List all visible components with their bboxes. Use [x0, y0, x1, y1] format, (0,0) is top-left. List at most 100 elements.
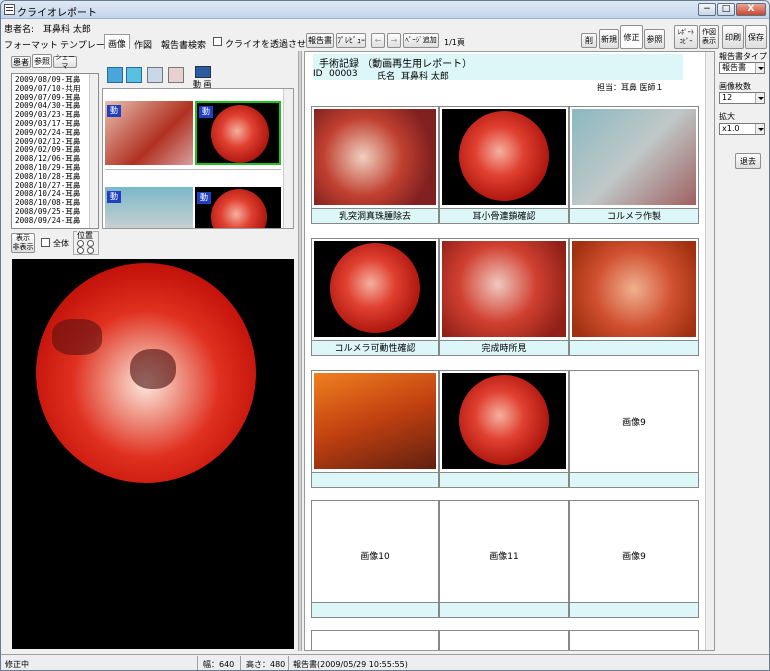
caption-6[interactable] — [570, 340, 698, 355]
placeholder-text: 画像9 — [622, 552, 646, 562]
thumbnail-1[interactable]: 動 — [105, 101, 193, 165]
tab-reference[interactable]: 参照 — [32, 54, 52, 68]
reference-button[interactable]: 参照 — [644, 29, 665, 49]
draw-display-button[interactable]: 作図 表示 — [699, 25, 719, 49]
caption-4[interactable]: コルメラ可動性確認 — [312, 340, 438, 355]
preview-button[interactable]: ﾌﾟﾚﾋﾞｭｰ — [336, 33, 366, 48]
all-checkbox[interactable] — [41, 238, 50, 247]
minimize-button[interactable]: − — [698, 3, 716, 16]
transparent-label: クライオを透過させる — [225, 40, 316, 50]
id-value: 00003 — [329, 69, 358, 79]
name-label: 氏名 — [377, 72, 396, 82]
maximize-button[interactable]: □ — [717, 3, 735, 16]
image-cell-11[interactable]: 画像11 — [439, 500, 569, 618]
position-radio[interactable] — [87, 240, 94, 247]
movie-badge: 動 — [199, 106, 213, 118]
caption-7[interactable] — [312, 472, 438, 487]
image-cell-12[interactable]: 画像9 — [569, 500, 699, 618]
grid-3-icon[interactable] — [147, 67, 163, 83]
movie-icon[interactable] — [195, 66, 211, 78]
image-count-value: 12 — [722, 93, 733, 102]
report-button[interactable]: 報告書 — [306, 33, 334, 48]
grid-2-icon[interactable] — [126, 67, 142, 83]
display-toggle-button[interactable]: 表示 非表示 — [11, 233, 35, 253]
status-report: 報告書(2009/05/29 10:55:55) — [293, 660, 408, 669]
patient-label: 患者名: — [4, 25, 35, 35]
image-cell-9[interactable]: 画像9 — [569, 370, 699, 488]
image-cell-8[interactable] — [439, 370, 569, 488]
thumbnail-3[interactable]: 動 — [105, 187, 193, 228]
id-label: ID — [313, 69, 323, 79]
tab-image[interactable]: 画像 — [104, 34, 130, 50]
next-page-button[interactable]: → — [387, 33, 401, 48]
position-radio[interactable] — [77, 240, 84, 247]
tab-schema[interactable]: シェーマ — [53, 53, 77, 70]
image-preview[interactable] — [12, 259, 294, 649]
report-copy-button[interactable]: ﾚﾎﾟｰﾄ ｺﾋﾟｰ — [674, 25, 698, 49]
report-scrollbar[interactable] — [705, 52, 714, 650]
position-group: 位置 — [73, 230, 99, 255]
transparent-checkbox[interactable] — [213, 37, 222, 46]
report-type-value: 報告書 — [722, 63, 746, 72]
edit-button[interactable]: 修正 — [620, 25, 643, 49]
grid-1-icon[interactable] — [107, 67, 123, 83]
image-cell-14[interactable] — [439, 630, 569, 650]
movie-badge: 動 — [107, 191, 121, 203]
image-cell-6[interactable] — [569, 238, 699, 356]
report-canvas: 手術記録 （動画再生用レポート） ID 00003 氏名 耳鼻科 太郎 担当：耳… — [304, 51, 715, 651]
thumbnail-scrollbar[interactable] — [283, 89, 293, 228]
new-button[interactable]: 新規 — [599, 29, 619, 49]
splitter[interactable] — [298, 51, 302, 651]
report-title: 手術記録 （動画再生用レポート） — [319, 59, 473, 70]
delete-button[interactable]: 削 — [581, 33, 597, 48]
date-list-item[interactable]: 2008/09/24-耳鼻 — [15, 216, 80, 226]
image-cell-13[interactable] — [311, 630, 439, 650]
image-cell-1[interactable]: 乳突洞真珠腫除去 — [311, 106, 439, 224]
prev-page-button[interactable]: ← — [371, 33, 385, 48]
thumbnail-4[interactable]: 動 — [195, 187, 281, 228]
caption-9[interactable] — [570, 472, 698, 487]
caption-10[interactable] — [312, 602, 438, 617]
caption-1[interactable]: 乳突洞真珠腫除去 — [312, 208, 438, 223]
image-cell-2[interactable]: 耳小骨連鎖確認 — [439, 106, 569, 224]
status-width: 幅：640 — [203, 660, 235, 669]
name-value: 耳鼻科 太郎 — [401, 72, 449, 82]
image-cell-4[interactable]: コルメラ可動性確認 — [311, 238, 439, 356]
status-height: 高さ：480 — [246, 660, 286, 669]
image-cell-3[interactable]: コルメラ作製 — [569, 106, 699, 224]
add-page-button[interactable]: ﾍﾟｰｼﾞ追加 — [403, 33, 439, 48]
position-radio[interactable] — [87, 247, 94, 254]
image-cell-5[interactable]: 完成時所見 — [439, 238, 569, 356]
zoom-value: x1.0 — [722, 124, 740, 133]
thumbnail-2[interactable]: 動 — [195, 101, 281, 165]
grid-4-icon[interactable] — [168, 67, 184, 83]
report-type-select[interactable]: 報告書 — [719, 62, 765, 74]
caption-8[interactable] — [440, 472, 568, 487]
caption-2[interactable]: 耳小骨連鎖確認 — [440, 208, 568, 223]
date-list[interactable]: 2009/08/09-耳鼻 2009/07/10-共用 2009/07/09-耳鼻 2… — [11, 73, 99, 229]
caption-5[interactable]: 完成時所見 — [440, 340, 568, 355]
position-radio[interactable] — [77, 247, 84, 254]
movie-badge: 動 — [197, 192, 211, 204]
tab-search[interactable]: 報告書検索 — [161, 38, 206, 51]
image-count-select[interactable]: 12 — [719, 92, 765, 104]
staff-text: 担当：耳鼻 医師１ — [597, 83, 664, 92]
date-list-scrollbar[interactable] — [89, 74, 98, 228]
zoom-label: 拡大 — [719, 112, 735, 121]
app-window: クライオレポート − □ X 患者名: 耳鼻科 太郎 フォーマット テンプレート… — [0, 0, 770, 671]
caption-12[interactable] — [570, 602, 698, 617]
placeholder-text: 画像9 — [622, 418, 646, 428]
caption-11[interactable] — [440, 602, 568, 617]
image-cell-15[interactable] — [569, 630, 699, 650]
zoom-select[interactable]: x1.0 — [719, 123, 765, 135]
tab-figure[interactable]: 作図 — [134, 38, 152, 51]
save-button[interactable]: 保存 — [745, 25, 767, 49]
image-cell-10[interactable]: 画像10 — [311, 500, 439, 618]
caption-3[interactable]: コルメラ作製 — [570, 208, 698, 223]
close-button[interactable]: X — [736, 3, 766, 16]
tab-format[interactable]: フォーマット — [4, 38, 58, 51]
tab-patient[interactable]: 患者 — [11, 56, 31, 68]
image-cell-7[interactable] — [311, 370, 439, 488]
leave-button[interactable]: 退去 — [735, 153, 761, 169]
print-button[interactable]: 印刷 — [722, 25, 744, 49]
